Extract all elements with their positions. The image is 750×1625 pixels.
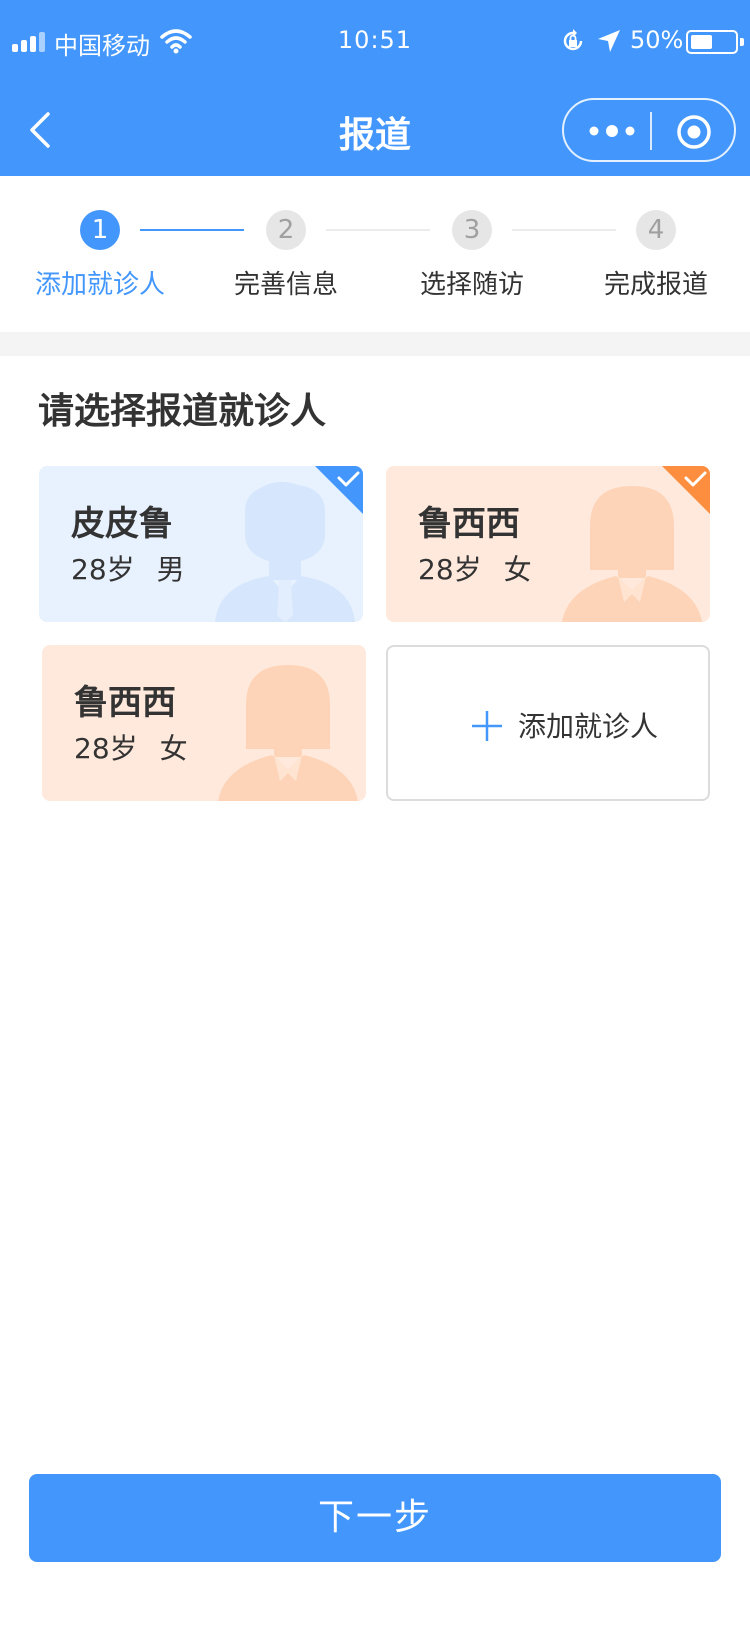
patient-name: 鲁西西: [74, 683, 176, 723]
close-target-icon[interactable]: [674, 112, 714, 152]
step-number: 3: [452, 210, 492, 250]
step-finish-report: 4 完成报道: [566, 210, 746, 301]
step-number: 2: [266, 210, 306, 250]
patient-info: 28岁女: [74, 727, 210, 767]
patient-info: 28岁女: [418, 548, 554, 588]
patient-gender: 女: [159, 732, 188, 765]
patient-card[interactable]: 鲁西西 28岁女: [42, 645, 366, 801]
patient-gender: 男: [156, 553, 185, 586]
patient-name: 鲁西西: [418, 504, 520, 544]
selected-check-icon: [315, 466, 363, 514]
step-label: 完善信息: [233, 270, 338, 300]
step-complete-info: 2 完善信息: [196, 210, 376, 301]
female-avatar-silhouette: [218, 665, 358, 801]
patient-info: 28岁男: [71, 548, 207, 588]
selected-check-icon: [662, 466, 710, 514]
step-label: 选择随访: [419, 270, 524, 300]
battery-percent: 50%: [630, 26, 684, 54]
rotation-lock-icon: [563, 29, 583, 51]
capsule-divider: [650, 112, 652, 150]
more-icon[interactable]: [586, 118, 638, 144]
patient-card[interactable]: 皮皮鲁 28岁男: [39, 466, 363, 622]
step-number: 1: [80, 210, 120, 250]
step-number: 4: [636, 210, 676, 250]
add-patient-label: 添加就诊人: [518, 710, 659, 743]
patient-age: 28岁: [71, 553, 135, 586]
nav-bar: 报道: [0, 86, 750, 176]
patient-age: 28岁: [418, 553, 482, 586]
location-icon: [598, 30, 620, 52]
battery-icon: [686, 30, 744, 54]
patient-name: 皮皮鲁: [71, 504, 173, 544]
section-title: 请选择报道就诊人: [38, 391, 327, 432]
step-select-followup: 3 选择随访: [382, 210, 562, 301]
add-patient-button[interactable]: 添加就诊人: [386, 645, 710, 801]
patient-gender: 女: [503, 553, 532, 586]
patient-card[interactable]: 鲁西西 28岁女: [386, 466, 710, 622]
top-bar: 中国移动 10:51 50% 报道: [0, 0, 750, 176]
step-add-patient: 1 添加就诊人: [10, 210, 190, 301]
section-divider: [0, 332, 750, 356]
patient-age: 28岁: [74, 732, 138, 765]
plus-icon: [472, 711, 502, 741]
step-label: 完成报道: [603, 270, 708, 300]
step-label: 添加就诊人: [34, 270, 165, 300]
mini-program-capsule: [562, 98, 736, 162]
next-step-button[interactable]: 下一步: [29, 1474, 721, 1562]
status-bar: 中国移动 10:51 50%: [0, 0, 750, 86]
step-indicator: 1 添加就诊人 2 完善信息 3 选择随访 4 完成报道: [0, 176, 750, 332]
